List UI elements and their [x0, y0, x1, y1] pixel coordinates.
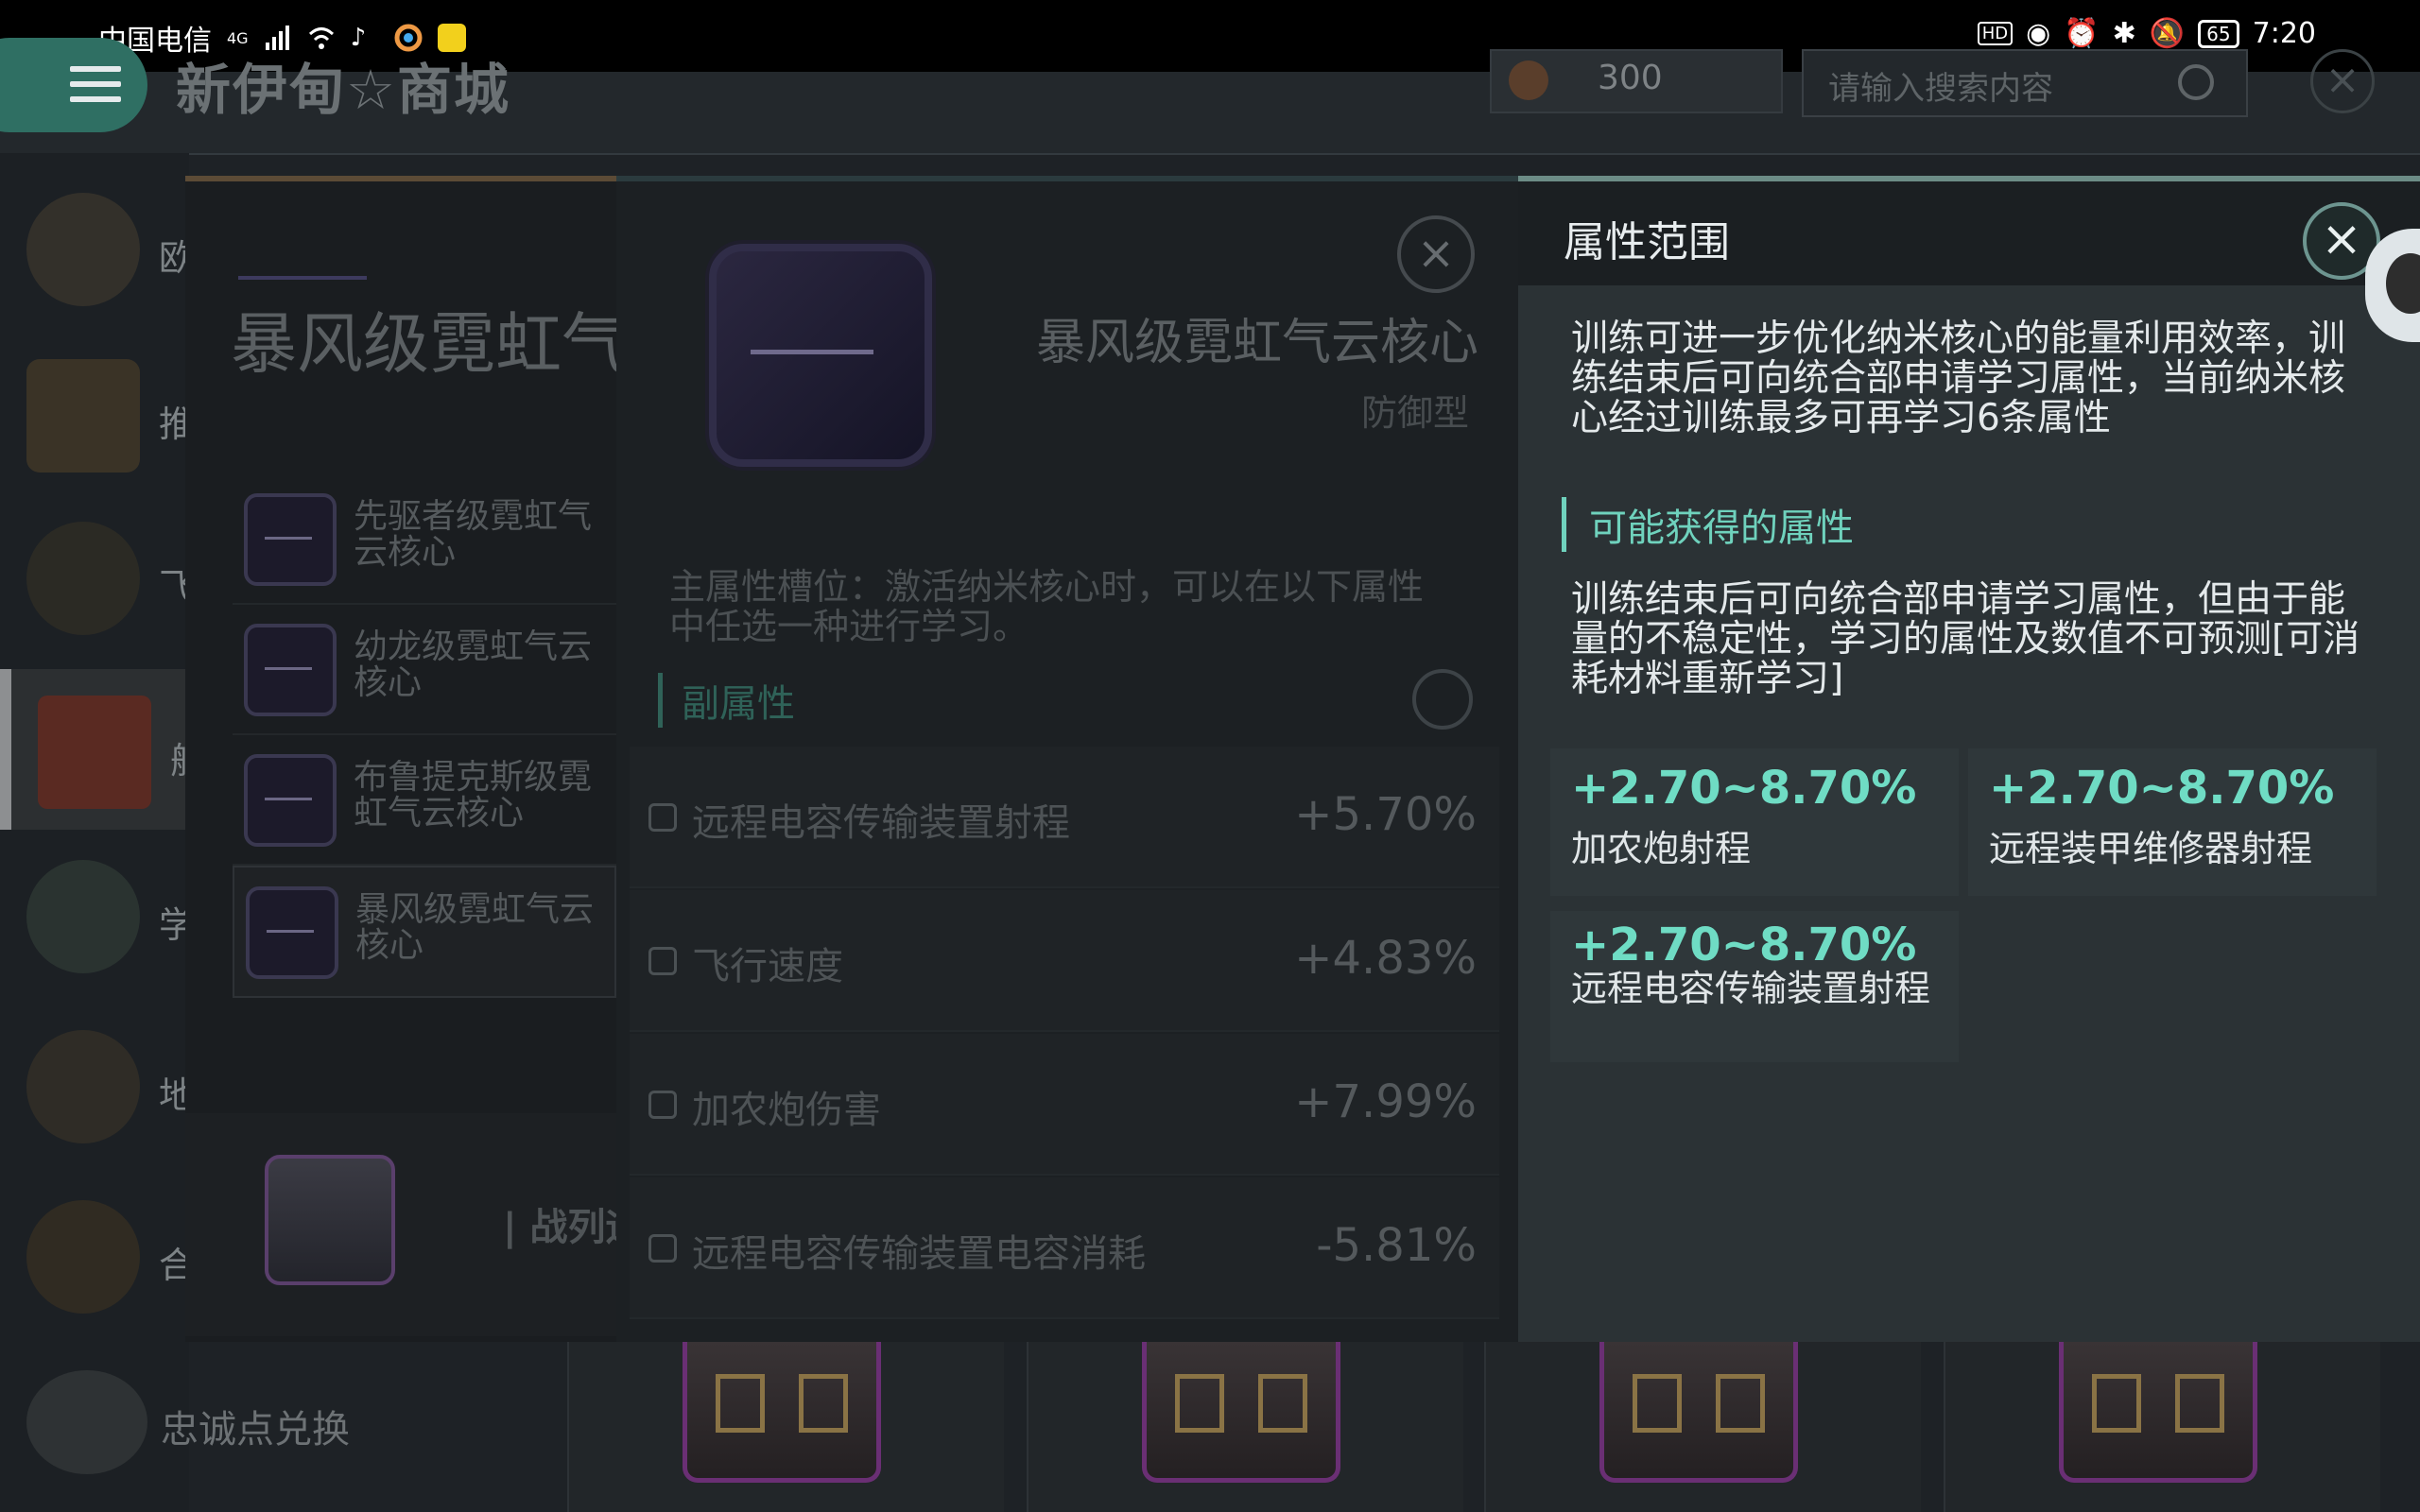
- alarm-icon: ⏰: [2064, 17, 2100, 50]
- core-name: 暴风级霓虹气云核心: [1035, 315, 1478, 371]
- shop-title: 新伊甸☆商城: [176, 58, 510, 122]
- product-card[interactable]: [1027, 1336, 1463, 1512]
- sidebar-item-loyalty[interactable]: 忠诚点兑换: [26, 1370, 405, 1474]
- section-heading: 可能获得的属性: [1562, 497, 1854, 552]
- attr-bullet-icon: [648, 947, 677, 975]
- core-thumbnail: [246, 886, 338, 979]
- search-icon[interactable]: [2178, 64, 2214, 100]
- crate-icon: [1142, 1336, 1340, 1483]
- crate-icon: [2059, 1336, 2257, 1483]
- attribute-range-panel: 属性范围 × 训练可进一步优化纳米核心的能量利用效率，训练结束后可向统合部申请学…: [1518, 176, 2420, 1342]
- crate-icon: [265, 1155, 395, 1285]
- attr-bullet-icon: [648, 1091, 677, 1119]
- attr-bullet-icon: [648, 803, 677, 832]
- eye-icon: ◉: [2026, 17, 2051, 50]
- sidebar-item-5[interactable]: 学: [0, 833, 195, 994]
- attr-bullet-icon: [648, 1234, 677, 1263]
- star-shield-icon: [26, 1370, 147, 1474]
- close-shop-button[interactable]: ×: [2310, 49, 2375, 113]
- crate-icon: [1599, 1336, 1798, 1483]
- attr-row: 远程电容传输装置电容消耗 -5.81%: [630, 1177, 1499, 1319]
- product-card[interactable]: [1484, 1336, 1921, 1512]
- range-card: +2.70~8.70% 加农炮射程: [1550, 748, 1959, 896]
- search-placeholder: 请输入搜索内容: [1828, 70, 2053, 108]
- product-grid: [567, 1336, 2420, 1512]
- list-item[interactable]: 布鲁提克斯级霓虹气云核心: [233, 735, 616, 866]
- triangle-icon: [26, 1030, 140, 1143]
- card-icon: [26, 193, 140, 306]
- ticket-icon: [38, 696, 151, 809]
- bluetooth-icon: ✱: [2112, 17, 2136, 50]
- attr-row: 远程电容传输装置射程 +5.70%: [630, 747, 1499, 888]
- coin-balance: 300: [1490, 49, 1783, 113]
- sidebar-item-4[interactable]: 舰: [0, 669, 206, 830]
- network-label: 4G: [227, 28, 249, 47]
- panel-title: 属性范围: [1564, 218, 1730, 266]
- pack-item[interactable]: | 战列运: [185, 1113, 644, 1336]
- wings-icon: [26, 1200, 140, 1314]
- core-list: 先驱者级霓虹气云核心 幼龙级霓虹气云核心 布鲁提克斯级霓虹气云核心 暴风级霓虹气…: [233, 474, 616, 998]
- attr-row: 加农炮伤害 +7.99%: [630, 1034, 1499, 1176]
- sub-attr-list: 远程电容传输装置射程 +5.70% 飞行速度 +4.83% 加农炮伤害 +7.9…: [630, 747, 1499, 1321]
- main-attr-description: 主属性槽位：激活纳米核心时，可以在以下属性中任选一种进行学习。: [669, 566, 1425, 647]
- core-thumbnail: [244, 493, 337, 586]
- core-thumbnail: [244, 754, 337, 847]
- core-detail-dialog: × 暴风级霓虹气云核心 防御型 主属性槽位：激活纳米核心时，可以在以下属性中任选…: [616, 176, 1518, 1342]
- hd-icon: HD: [1977, 22, 2014, 45]
- refresh-icon[interactable]: [1412, 669, 1473, 730]
- list-item[interactable]: 幼龙级霓虹气云核心: [233, 605, 616, 735]
- range-card: +2.70~8.70% 远程装甲维修器射程: [1968, 748, 2377, 896]
- x-emblem-icon: [26, 359, 140, 472]
- close-detail-button[interactable]: ×: [1397, 215, 1475, 293]
- clock: 7:20: [2252, 17, 2316, 50]
- crate-icon: [683, 1336, 881, 1483]
- core-type: 防御型: [1360, 392, 1469, 434]
- sidebar-item-1[interactable]: 欧: [0, 166, 195, 327]
- sidebar-item-7[interactable]: 合: [0, 1174, 195, 1334]
- panel-header: 属性范围 ×: [1518, 181, 2420, 285]
- sidebar-item-2[interactable]: 推: [0, 333, 195, 493]
- sub-attr-heading: 副属性: [658, 673, 795, 728]
- panel-description: 训练可进一步优化纳米核心的能量利用效率，训练结束后可向统合部申请学习属性，当前纳…: [1571, 318, 2346, 439]
- coin-icon: [1509, 60, 1548, 100]
- attr-row: 飞行速度 +4.83%: [630, 890, 1499, 1032]
- mute-icon: 🔕: [2149, 17, 2186, 50]
- sidebar: 欧 推 飞 舰 学 地 合: [0, 153, 206, 1512]
- core-list-title: 暴风级霓虹气: [231, 305, 616, 383]
- battery-icon: 65: [2198, 19, 2239, 48]
- omega-icon: [26, 522, 140, 635]
- sidebar-item-6[interactable]: 地: [0, 1004, 195, 1164]
- product-card[interactable]: [567, 1336, 1004, 1512]
- core-list-dialog: 暴风级霓虹气 先驱者级霓虹气云核心 幼龙级霓虹气云核心 布鲁提克斯级霓虹气云核心…: [185, 176, 644, 1342]
- tab-indicator: [238, 276, 367, 280]
- section-description: 训练结束后可向统合部申请学习属性，但由于能量的不稳定性，学习的属性及数值不可预测…: [1571, 578, 2360, 700]
- sidebar-item-3[interactable]: 飞: [0, 495, 195, 656]
- search-input[interactable]: 请输入搜索内容: [1802, 49, 2248, 117]
- list-item-selected[interactable]: 暴风级霓虹气云核心: [233, 866, 616, 998]
- core-image: [709, 244, 932, 467]
- list-item[interactable]: 先驱者级霓虹气云核心: [233, 474, 616, 605]
- core-thumbnail: [244, 624, 337, 716]
- academy-icon: [26, 860, 140, 973]
- range-card: +2.70~8.70% 远程电容传输装置射程: [1550, 911, 1959, 1062]
- product-card[interactable]: [1944, 1336, 2380, 1512]
- hamburger-icon: [70, 66, 121, 104]
